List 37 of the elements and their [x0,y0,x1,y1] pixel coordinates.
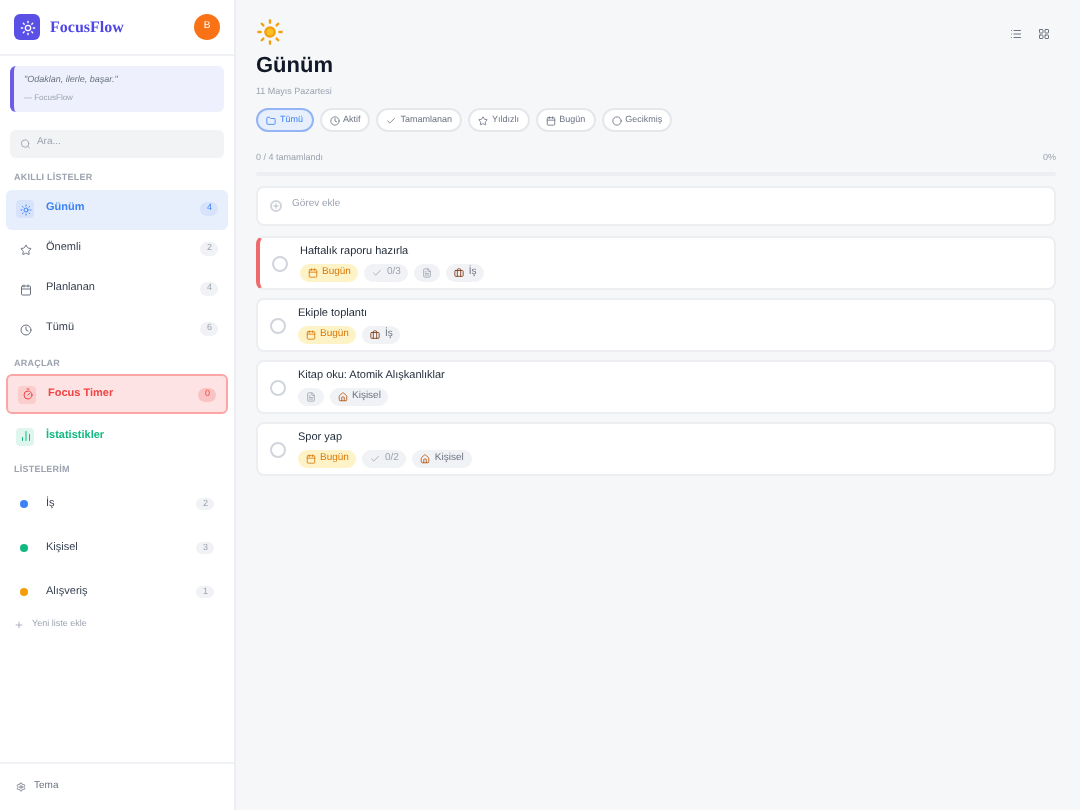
note-icon [422,268,433,279]
bar-chart-icon [19,430,31,443]
calendar-icon [545,115,556,126]
task-checkbox[interactable] [270,317,286,333]
list-view-icon[interactable] [1010,28,1022,40]
plus-icon [14,619,24,630]
task-checkbox[interactable] [270,379,286,395]
folder-icon [266,115,276,126]
clock-icon [19,323,31,335]
note-icon [306,392,316,403]
clock-icon [329,115,340,126]
circle-icon [611,115,622,126]
check-icon [386,115,397,126]
logo-icon [14,14,40,40]
settings-icon [16,782,26,792]
task-checkbox[interactable] [272,255,288,271]
search-icon [20,137,31,150]
calendar-icon [19,283,31,295]
sun-icon [256,18,284,46]
add-icon [270,200,282,212]
calendar-icon [306,454,316,465]
timer-icon [21,388,33,401]
calendar-icon [308,268,318,279]
sun-icon [19,203,31,215]
check-icon [370,454,381,465]
task-checkbox[interactable] [270,441,286,457]
grid-view-icon[interactable] [1038,28,1050,40]
house-icon [420,454,431,465]
check-icon [372,268,383,279]
briefcase-icon [454,268,465,279]
page-title: Günüm [256,52,333,82]
star-icon [19,243,31,255]
briefcase-icon [370,330,381,341]
star-icon [478,115,489,126]
app-name: FocusFlow [50,15,124,39]
house-icon [338,392,348,403]
calendar-icon [306,330,316,341]
